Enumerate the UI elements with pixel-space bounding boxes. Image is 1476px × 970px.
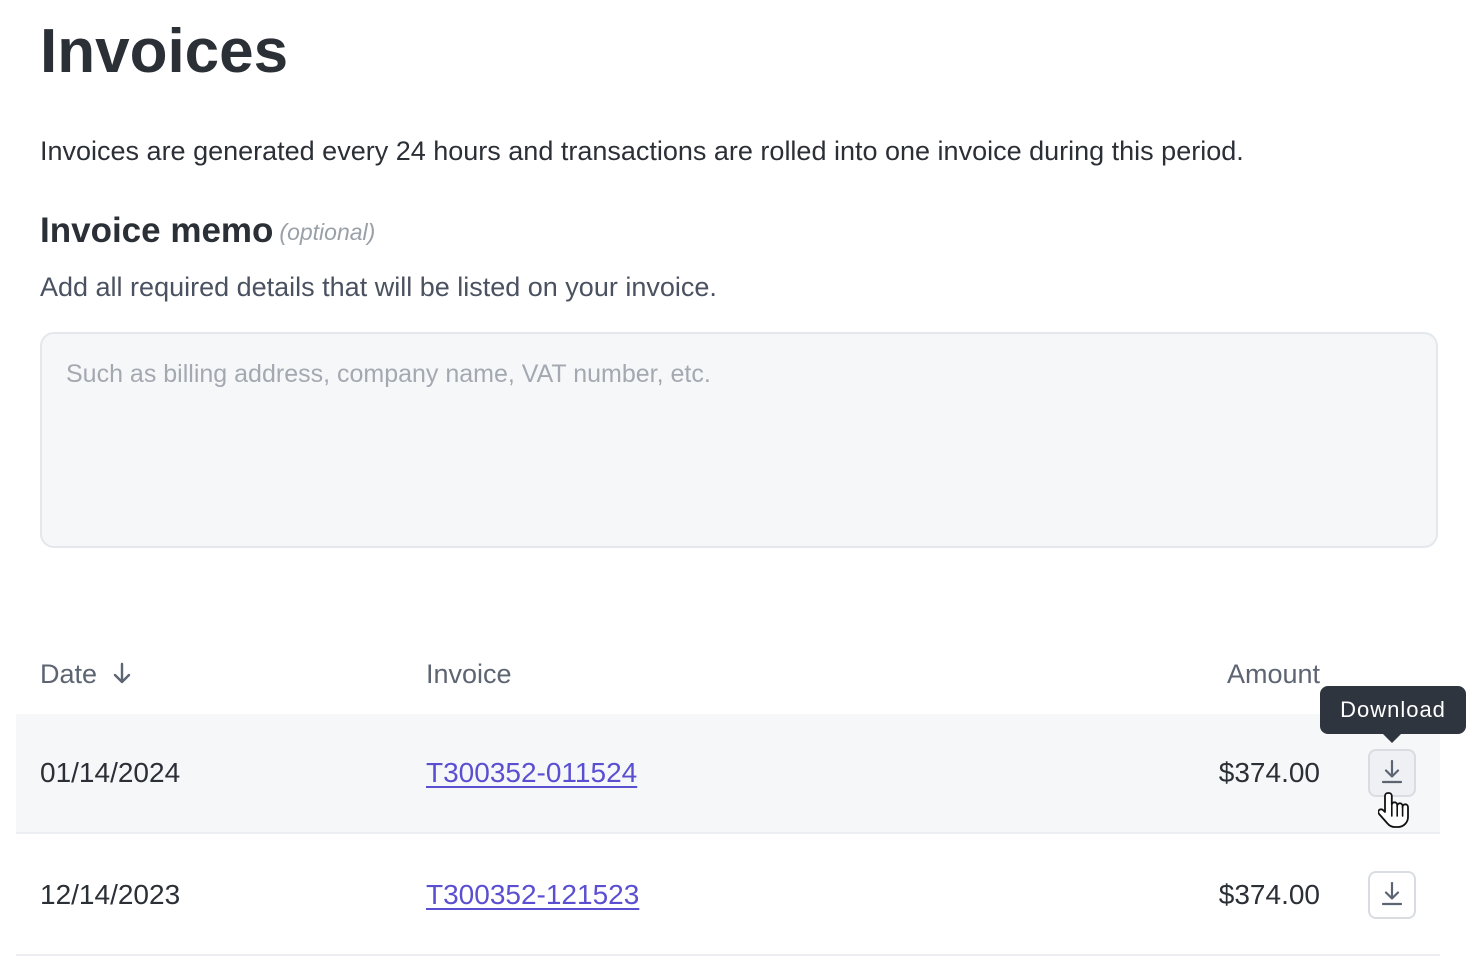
invoice-link[interactable]: T300352-011524 xyxy=(426,757,637,788)
row-invoice-cell: T300352-011524 xyxy=(426,714,637,832)
arrow-down-icon xyxy=(111,655,133,699)
column-header-amount: Amount xyxy=(1226,659,1320,689)
tooltip-arrow xyxy=(1382,733,1402,743)
row-date: 12/14/2023 xyxy=(40,879,181,910)
page-description: Invoices are generated every 24 hours an… xyxy=(40,136,1244,166)
page-title: Invoices xyxy=(40,17,289,86)
invoice-memo-help-text: Add all required details that will be li… xyxy=(40,272,717,302)
invoice-memo-heading-text: Invoice memo xyxy=(40,211,274,250)
download-tooltip-label: Download xyxy=(1340,697,1446,722)
column-header-date-label: Date xyxy=(40,659,98,689)
invoice-memo-heading: Invoice memo (optional) xyxy=(40,209,375,254)
table-row: 12/14/2023 T300352-121523 $374.00 xyxy=(16,836,1440,956)
row-amount: $374.00 xyxy=(1218,757,1320,788)
table-row: 01/14/2024 T300352-011524 $374.00 xyxy=(16,714,1440,834)
column-header-date[interactable]: Date xyxy=(40,652,133,699)
download-invoice-button[interactable] xyxy=(1368,871,1416,919)
download-icon xyxy=(1379,880,1405,911)
invoice-memo-input[interactable] xyxy=(40,332,1438,548)
download-icon xyxy=(1379,758,1405,789)
optional-label: (optional) xyxy=(279,219,376,245)
row-invoice-cell: T300352-121523 xyxy=(426,836,639,954)
column-header-invoice: Invoice xyxy=(426,659,512,689)
download-tooltip: Download xyxy=(1320,686,1466,743)
pointer-hand-cursor xyxy=(1377,790,1412,830)
invoices-table-header: Date Invoice Amount xyxy=(0,652,1476,696)
row-date: 01/14/2024 xyxy=(40,757,181,788)
row-amount: $374.00 xyxy=(1218,879,1320,910)
invoice-link[interactable]: T300352-121523 xyxy=(426,879,639,910)
invoices-page: Invoices Invoices are generated every 24… xyxy=(0,0,1476,970)
